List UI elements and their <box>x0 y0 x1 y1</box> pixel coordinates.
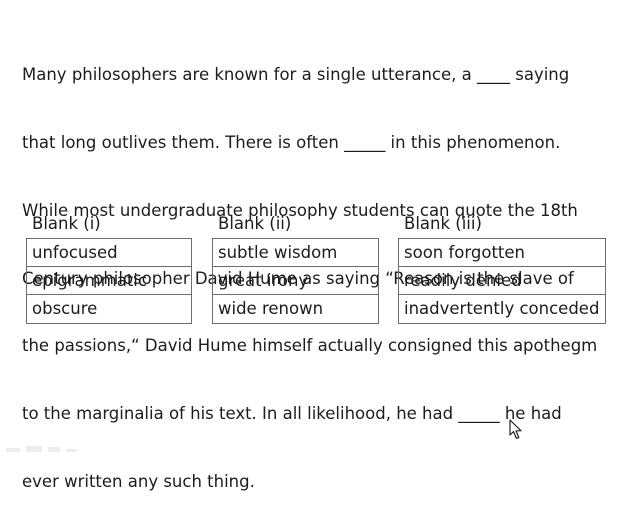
blank-iii-option-readily-denied[interactable]: readily denied <box>399 267 605 295</box>
blank-ii-option-wide-renown[interactable]: wide renown <box>213 295 378 323</box>
blank-ii-choices: subtle wisdom great irony wide renown <box>212 238 379 324</box>
passage-line: the passions,“ David Hume himself actual… <box>22 336 598 356</box>
blank-i-option-unfocused[interactable]: unfocused <box>27 239 191 267</box>
passage-line: ever written any such thing. <box>22 471 255 491</box>
blank-ii-option-great-irony[interactable]: great irony <box>213 267 378 295</box>
blank-i-group: Blank (i) unfocused epigrammatic obscure <box>26 213 192 324</box>
blank-i-heading: Blank (i) <box>32 214 101 233</box>
blank-iii-option-soon-forgotten[interactable]: soon forgotten <box>399 239 605 267</box>
mouse-pointer-icon <box>509 419 522 439</box>
blank-iii-heading: Blank (iii) <box>404 214 482 233</box>
blank-i-choices: unfocused epigrammatic obscure <box>26 238 192 324</box>
passage-line: to the marginalia of his text. In all li… <box>22 404 562 424</box>
blank-iii-option-inadvertently-conceded[interactable]: inadvertently conceded <box>399 295 605 323</box>
blank-i-option-obscure[interactable]: obscure <box>27 295 191 323</box>
blank-ii-group: Blank (ii) subtle wisdom great irony wid… <box>212 213 379 324</box>
passage-line: Many philosophers are known for a single… <box>22 65 570 85</box>
watermark-icon <box>6 446 76 452</box>
passage-line: that long outlives them. There is often … <box>22 132 561 152</box>
blank-ii-option-subtle-wisdom[interactable]: subtle wisdom <box>213 239 378 267</box>
blank-ii-heading: Blank (ii) <box>218 214 292 233</box>
blank-iii-group: Blank (iii) soon forgotten readily denie… <box>398 213 606 324</box>
blank-i-option-epigrammatic[interactable]: epigrammatic <box>27 267 191 295</box>
blank-iii-choices: soon forgotten readily denied inadverten… <box>398 238 606 324</box>
